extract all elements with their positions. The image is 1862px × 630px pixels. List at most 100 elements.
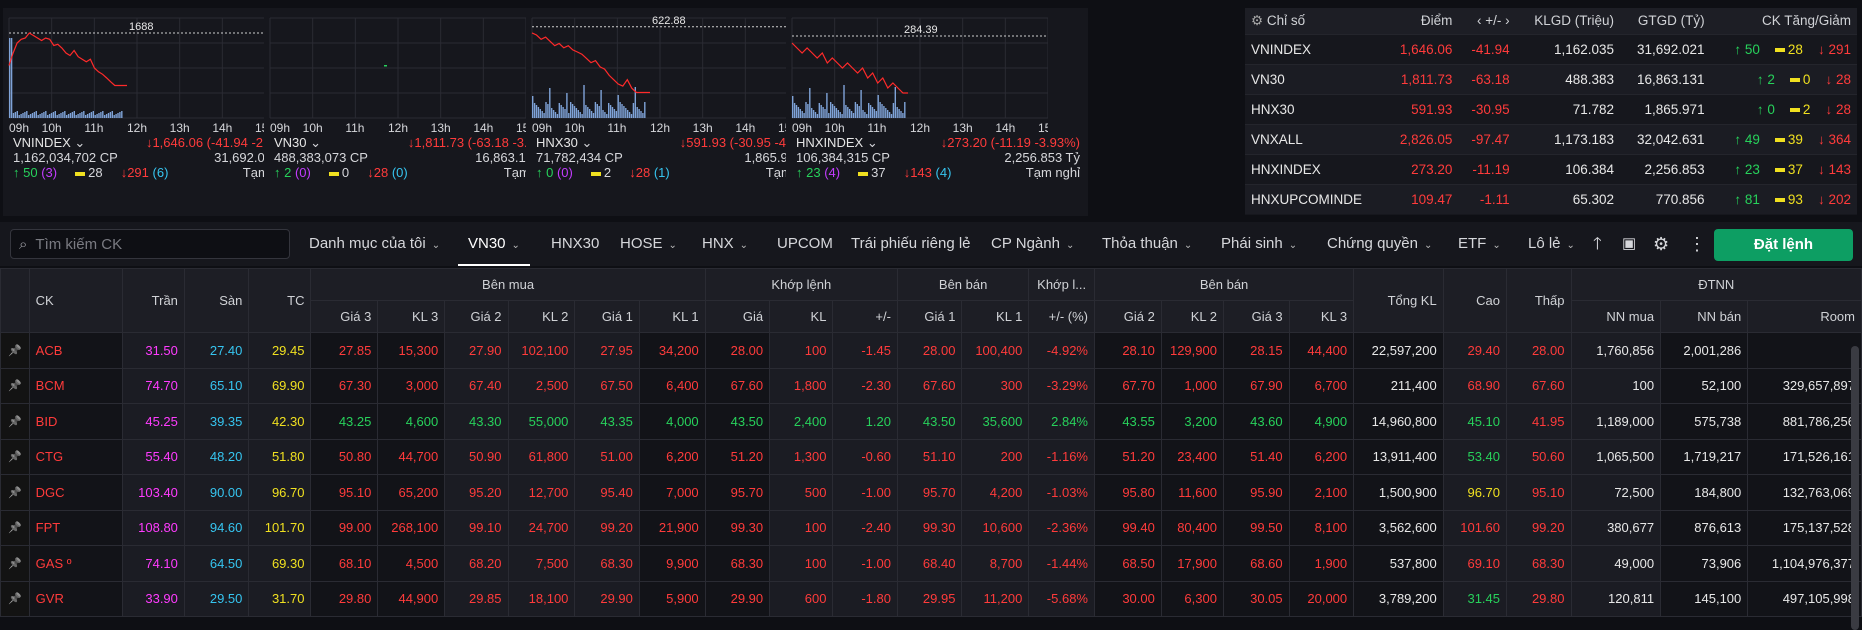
symbol-cell[interactable]: DGC [28,474,123,511]
col-index[interactable]: ⚙ Chỉ số [1245,8,1385,34]
table-row[interactable]: 📌 ACB 31.50 27.40 29.45 27.85 15,300 27.90 102,1… [0,332,1862,369]
pin-icon[interactable]: 📌 [0,509,30,546]
decline-count: ↓143 [903,165,932,180]
excel-export-icon[interactable]: ▣ [1622,222,1636,266]
tab-watchlist[interactable]: Danh mục của tôi ⌄ [309,222,440,266]
index-name[interactable]: VNINDEX [13,135,71,150]
symbol-cell[interactable]: FPT [28,509,123,546]
subcol-11[interactable]: +/- (%) [1028,300,1095,333]
symbol-cell[interactable]: GVR [28,580,123,617]
index-chart-vn30[interactable]: 09h10h11h12h13h14h15hVN30 ⌄↓1,811.73 (-6… [264,8,566,216]
symbol-cell[interactable]: ACB [28,332,123,369]
col-high[interactable]: Cao [1442,268,1508,333]
volume-bar [598,106,600,118]
tab-odd-lot[interactable]: Lô lẻ ⌄ [1528,222,1575,266]
index-chart-hnxindex[interactable]: 284.39 09h 10h 11h 12h 13h 14h 15h HNXINDEX ⌄ ↓27… [786,8,1088,216]
col-reference[interactable]: TC [248,268,312,333]
col-symbol[interactable]: CK [28,268,123,333]
index-chart-vnindex[interactable]: 168809h10h11h12h13h14h15hVNINDEX ⌄↓1,646… [3,8,305,216]
cell: 68.60 [1222,545,1290,582]
index-row[interactable]: VN30 1,811.73 -63.18 488.383 16,863.131 ↑ 2 0… [1245,63,1857,94]
tab-hnx[interactable]: HNX ⌄ [702,222,748,266]
pin-icon[interactable]: 📌 [0,367,30,404]
symbol-search[interactable]: ⌕ [10,229,290,259]
index-row[interactable]: HNX30 591.93 -30.95 71.782 1,865.971 ↑ 0 2 ↓ … [1245,93,1857,124]
tab-covered-warrants[interactable]: Chứng quyền ⌄ [1327,222,1432,266]
table-row[interactable]: 📌 BID 45.25 39.35 42.30 43.25 4,600 43.30 55,000… [0,403,1862,440]
tab-hnx30[interactable]: HNX30 [551,222,599,266]
cell: 101.60 [1442,509,1508,546]
pin-icon[interactable]: 📌 [0,580,30,617]
index-row[interactable]: VNXALL 2,826.05 -97.47 1,173.183 32,042.631 ↑… [1245,123,1857,154]
symbol-cell[interactable]: BID [28,403,123,440]
subcol-5[interactable]: KL 1 [638,300,706,333]
subcol-13[interactable]: KL 2 [1160,300,1224,333]
tab-derivatives[interactable]: Phái sinh ⌄ [1221,222,1297,266]
index-name[interactable]: HNX30 [536,135,578,150]
pin-icon[interactable]: 📌 [0,438,30,475]
tab-vn30[interactable]: VN30 ⌄ [458,222,530,266]
pin-icon[interactable]: 📌 [0,474,30,511]
symbol-cell[interactable]: CTG [28,438,123,475]
col-low[interactable]: Thấp [1506,268,1572,333]
x-tick-label: 11h [867,121,886,135]
table-row[interactable]: 📌 GVR 33.90 29.50 31.70 29.80 44,900 29.85 18,10… [0,580,1862,617]
subcol-0[interactable]: Giá 3 [310,300,379,333]
floor-count: (0) [391,165,408,180]
settings-icon[interactable]: ⚙ [1653,222,1669,266]
cell: 11,200 [961,580,1030,617]
subcol-3[interactable]: KL 2 [507,300,576,333]
cell: 99.20 [574,509,640,546]
subcol-7[interactable]: KL [769,300,834,333]
index-name[interactable]: VN30 [274,135,307,150]
tab-upcom[interactable]: UPCOM [777,222,833,266]
symbol-cell[interactable]: GAS º [28,545,123,582]
search-input[interactable] [35,235,256,253]
more-vertical-icon[interactable]: ⋮ [1688,222,1706,266]
table-row[interactable]: 📌 GAS º 74.10 64.50 69.30 68.10 4,500 68.20 7,50… [0,545,1862,582]
vertical-scrollbar[interactable] [1851,346,1859,630]
col-value: GTGD (Tỷ) [1620,8,1711,34]
col-floor[interactable]: Sàn [183,268,250,333]
table-row[interactable]: 📌 DGC 103.40 90.00 96.70 95.10 65,200 95.20 12,7… [0,474,1862,511]
subcol-6[interactable]: Giá [704,300,771,333]
index-chart-hnx30[interactable]: 622.8809h10h11h12h13h14h15hHNX30 ⌄↓591.9… [526,8,828,216]
col-change[interactable]: ‹ +/- › [1458,8,1516,34]
index-row[interactable]: HNXUPCOMINDE 109.47 -1.11 65.302 770.856 ↑ 81… [1245,183,1857,214]
index-name[interactable]: HNXINDEX [796,135,863,150]
tab-sector[interactable]: CP Ngành ⌄ [991,222,1074,266]
arrow-up-icon[interactable]: 🡑 [1593,222,1602,266]
tab-deal[interactable]: Thỏa thuận ⌄ [1102,222,1192,266]
cell: 68.30 [574,545,640,582]
col-total-volume[interactable]: Tổng KL [1353,268,1444,333]
symbol-cell[interactable]: BCM [28,367,123,404]
subcol-2[interactable]: Giá 2 [444,300,509,333]
subcol-9[interactable]: Giá 1 [896,300,963,333]
subcol-14[interactable]: Giá 3 [1222,300,1290,333]
tab-bonds[interactable]: Trái phiếu riêng lẻ [851,222,971,266]
subcol-18[interactable]: Room [1747,300,1862,333]
subcol-16[interactable]: NN mua [1570,300,1662,333]
subcol-15[interactable]: KL 3 [1288,300,1355,333]
index-row[interactable]: HNXINDEX 273.20 -11.19 106.384 2,256.853 ↑ 23… [1245,153,1857,184]
subcol-10[interactable]: KL 1 [961,300,1030,333]
pin-icon[interactable]: 📌 [0,545,30,582]
col-ceiling[interactable]: Trần [121,268,185,333]
intraday-chart: 284.39 09h 10h 11h 12h 13h 14h 15h [791,17,1048,135]
subcol-8[interactable]: +/- [832,300,898,333]
subcol-12[interactable]: Giá 2 [1094,300,1162,333]
pin-icon[interactable]: 📌 [0,332,30,369]
subcol-1[interactable]: KL 3 [377,300,446,333]
chevron-down-icon: ⌄ [431,240,441,251]
subcol-17[interactable]: NN bán [1660,300,1749,333]
table-row[interactable]: 📌 BCM 74.70 65.10 69.90 67.30 3,000 67.40 2,500 6… [0,367,1862,404]
index-row[interactable]: VNINDEX 1,646.06 -41.94 1,162.035 31,692.021… [1245,33,1857,64]
table-row[interactable]: 📌 CTG 55.40 48.20 51.80 50.80 44,700 50.90 61,80… [0,438,1862,475]
volume-bar [10,38,13,118]
tab-hose[interactable]: HOSE ⌄ [620,222,677,266]
place-order-button[interactable]: Đặt lệnh [1714,229,1853,261]
pin-icon[interactable]: 📌 [0,403,30,440]
table-row[interactable]: 📌 FPT 108.80 94.60 101.70 99.00 268,100 99.10 24… [0,509,1862,546]
subcol-4[interactable]: Giá 1 [574,300,640,333]
tab-etf[interactable]: ETF ⌄ [1458,222,1501,266]
